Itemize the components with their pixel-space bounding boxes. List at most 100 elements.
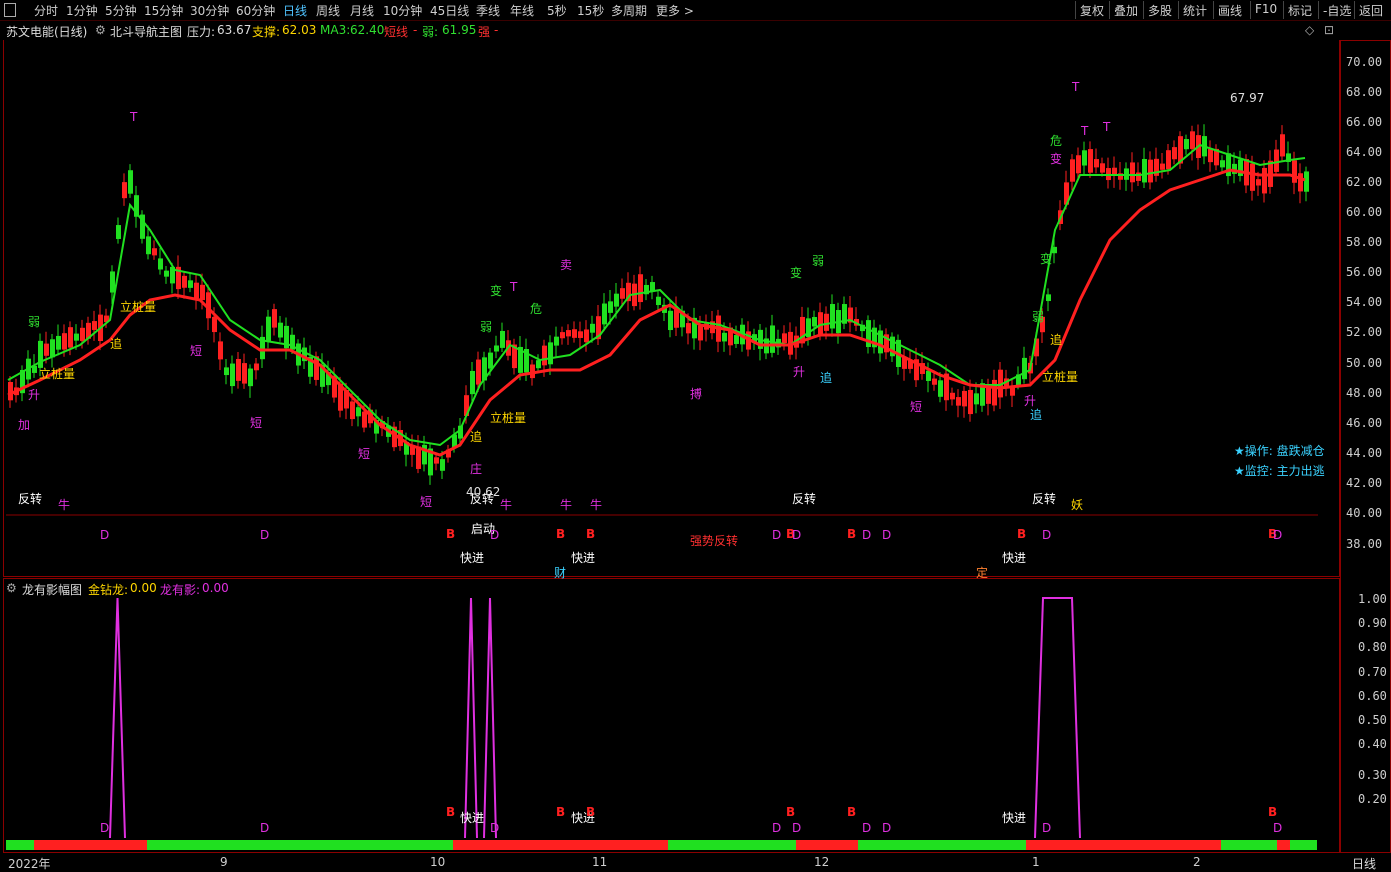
candle-body xyxy=(950,392,955,400)
candle-body xyxy=(158,258,163,270)
candle-body xyxy=(620,288,625,299)
candle-body xyxy=(146,236,151,255)
signal-bian: 变 xyxy=(1050,152,1063,166)
signal-fast-in: 快进 xyxy=(460,551,485,565)
candle-body xyxy=(50,339,55,358)
signal-reverse: 反转 xyxy=(792,492,817,506)
signal-duan: 短 xyxy=(190,344,203,358)
candle-body xyxy=(830,304,835,329)
candle-body xyxy=(560,332,565,339)
sub-signal-D: D xyxy=(100,821,110,835)
signal-zhui: 追 xyxy=(1050,333,1063,347)
signal-mai: 卖 xyxy=(560,258,573,272)
candle-body xyxy=(986,387,991,404)
candle-body xyxy=(128,170,133,194)
candle-body xyxy=(992,379,997,406)
candle-body xyxy=(1160,163,1165,170)
signal-B: B xyxy=(586,527,596,541)
candle-body xyxy=(200,284,205,301)
candle-body xyxy=(8,381,13,401)
candle-body xyxy=(182,275,187,288)
high-price-marker: 67.97 xyxy=(1230,91,1265,105)
candle-body xyxy=(230,363,235,387)
signal-reverse: 反转 xyxy=(18,492,43,506)
candle-body xyxy=(650,282,655,292)
signal-duan: 短 xyxy=(910,400,923,414)
candle-body xyxy=(548,342,553,365)
candle-body xyxy=(68,327,73,348)
candle-body xyxy=(686,323,691,334)
candle-body xyxy=(248,368,253,387)
ma-red-line xyxy=(7,168,1306,457)
candle-body xyxy=(122,182,127,199)
candle-body xyxy=(584,329,589,343)
sub-chart-marks xyxy=(109,597,1081,839)
candle-body xyxy=(962,390,967,407)
signal-zhui: 追 xyxy=(820,371,833,385)
candle-body xyxy=(932,378,937,385)
candle-body xyxy=(218,341,223,360)
signal-zhuang: 庄 xyxy=(470,462,483,476)
candle-body xyxy=(1298,173,1303,192)
candle-body xyxy=(1172,147,1177,160)
signal-sheng: 升 xyxy=(28,388,41,402)
candle-body xyxy=(116,225,121,239)
dragon-shadow-spike xyxy=(1034,597,1081,839)
candle-body xyxy=(278,322,283,338)
signal-niu: 牛 xyxy=(590,498,603,512)
monitor-advice: ★监控: 主力出逃 xyxy=(1234,464,1325,478)
signal-ruo: 弱 xyxy=(1032,310,1045,324)
candle-body xyxy=(590,323,595,333)
candle-body xyxy=(152,248,157,256)
signal-bian: 变 xyxy=(790,266,803,280)
signal-D: D xyxy=(260,528,270,542)
signal-D: D xyxy=(792,528,802,542)
signal-D: D xyxy=(862,528,872,542)
sub-signal-D: D xyxy=(1042,821,1052,835)
candle-body xyxy=(656,296,661,306)
signal-sheng: 升 xyxy=(1024,394,1037,408)
candle-body xyxy=(272,309,277,328)
candle-body xyxy=(1094,159,1099,168)
candle-body xyxy=(1190,131,1195,149)
signal-B: B xyxy=(1017,527,1027,541)
signal-D: D xyxy=(100,528,110,542)
signal-D: D xyxy=(882,528,892,542)
signal-B: B xyxy=(446,527,456,541)
candle-body xyxy=(164,270,169,277)
signal-niu: 牛 xyxy=(58,498,71,512)
signal-ding: 定 xyxy=(976,566,989,580)
candle-body xyxy=(1082,150,1087,166)
sub-signal-D: D xyxy=(882,821,892,835)
signal-duan: 短 xyxy=(420,495,433,509)
candle-body xyxy=(734,335,739,344)
candle-body xyxy=(434,457,439,464)
sub-signal-D: D xyxy=(772,821,782,835)
candle-body xyxy=(638,274,643,303)
candle-body xyxy=(362,411,367,428)
candle-body xyxy=(968,389,973,415)
signal-bo: 搏 xyxy=(690,387,703,401)
signal-T: T xyxy=(1103,120,1111,134)
candle-body xyxy=(1148,159,1153,183)
signal-T: T xyxy=(1081,124,1089,138)
signal-duan: 短 xyxy=(250,416,263,430)
candle-body xyxy=(470,370,475,395)
sub-signal-D: D xyxy=(1273,821,1283,835)
sub-signal-fast-in: 快进 xyxy=(460,811,485,825)
candle-body xyxy=(824,313,829,331)
sub-signal-B: B xyxy=(847,805,857,819)
candle-body xyxy=(488,352,493,369)
signal-bian: 变 xyxy=(1040,252,1053,266)
sub-signal-D: D xyxy=(862,821,872,835)
sub-signal-B: B xyxy=(786,805,796,819)
signal-lizhuang: 立桩量 xyxy=(39,367,76,381)
candle-body xyxy=(812,317,817,327)
candle-body xyxy=(44,343,49,356)
signal-D: D xyxy=(1273,528,1283,542)
signal-strong-reverse: 强势反转 xyxy=(690,534,739,548)
signal-T: T xyxy=(510,280,518,294)
candle-body xyxy=(554,336,559,346)
candle-body xyxy=(722,332,727,342)
candle-body xyxy=(1304,171,1309,192)
